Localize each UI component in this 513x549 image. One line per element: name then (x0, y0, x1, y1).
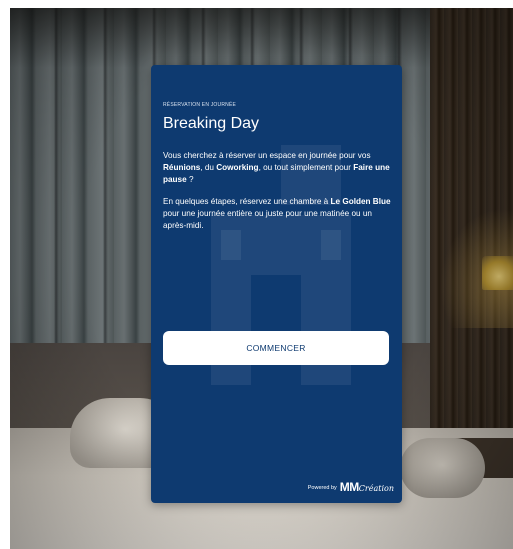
mm-creation-logo: MM Création (339, 480, 394, 494)
card-content: RÉSERVATION EN JOURNÉE Breaking Day Vous… (163, 102, 391, 241)
page-title: Breaking Day (163, 115, 260, 132)
powered-by[interactable]: Powered by MM Création (308, 481, 394, 495)
powered-by-label: Powered by (307, 485, 337, 491)
eyebrow-label: RÉSERVATION EN JOURNÉE (163, 102, 237, 108)
intro-paragraph: Vous cherchez à réserver un espace en jo… (163, 151, 390, 185)
details-paragraph: En quelques étapes, réservez une chambre… (163, 196, 391, 231)
start-button[interactable]: COMMENCER (163, 331, 389, 365)
booking-card: RÉSERVATION EN JOURNÉE Breaking Day Vous… (151, 65, 402, 503)
